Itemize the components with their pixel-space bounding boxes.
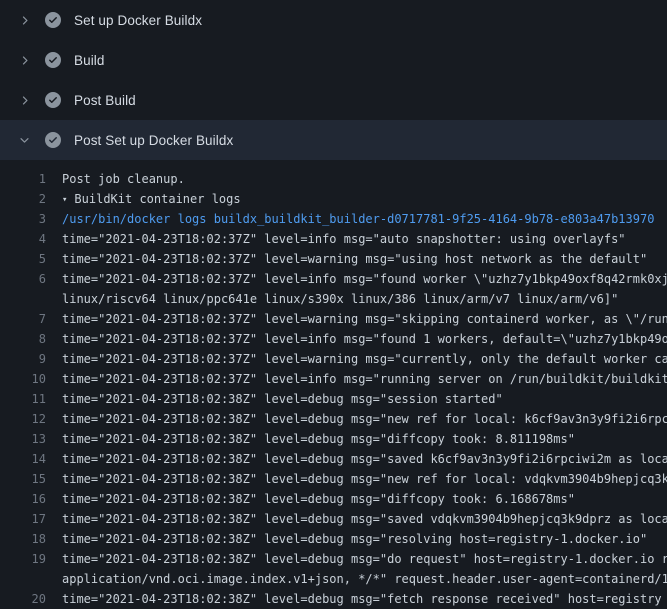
chevron-right-icon[interactable] <box>16 52 32 68</box>
log-text: time="2021-04-23T18:02:38Z" level=debug … <box>62 449 667 469</box>
log-text: application/vnd.oci.image.index.v1+json,… <box>62 569 667 589</box>
step-row-build[interactable]: Build <box>0 40 667 80</box>
check-circle-icon <box>45 92 61 108</box>
step-row-post-set-up-docker-buildx[interactable]: Post Set up Docker Buildx <box>0 120 667 160</box>
line-number[interactable]: 10 <box>0 369 46 389</box>
log-text: time="2021-04-23T18:02:38Z" level=debug … <box>62 529 647 549</box>
log-text: time="2021-04-23T18:02:38Z" level=debug … <box>62 589 662 609</box>
log-text: time="2021-04-23T18:02:38Z" level=debug … <box>62 469 667 489</box>
log-group-toggle[interactable]: ▾ BuildKit container logs <box>62 189 241 209</box>
log-line: 13 time="2021-04-23T18:02:38Z" level=debu… <box>0 429 667 449</box>
log-line: 20 time="2021-04-23T18:02:38Z" level=debu… <box>0 589 667 609</box>
step-label: Build <box>74 53 105 68</box>
log-text: time="2021-04-23T18:02:38Z" level=debug … <box>62 549 667 569</box>
log-text: time="2021-04-23T18:02:37Z" level=info m… <box>62 269 667 289</box>
line-number <box>0 569 46 589</box>
log-text: Post job cleanup. <box>62 169 185 189</box>
check-circle-icon <box>45 132 61 148</box>
line-number[interactable]: 18 <box>0 529 46 549</box>
log-viewer: 1 Post job cleanup. 2 ▾ BuildKit container l… <box>0 160 667 609</box>
log-line: 15 time="2021-04-23T18:02:38Z" level=debu… <box>0 469 667 489</box>
log-text: linux/riscv64 linux/ppc641e linux/s390x … <box>62 289 618 309</box>
line-number <box>0 289 46 309</box>
chevron-right-icon[interactable] <box>16 92 32 108</box>
log-line: 14 time="2021-04-23T18:02:38Z" level=debu… <box>0 449 667 469</box>
log-text: time="2021-04-23T18:02:37Z" level=warnin… <box>62 249 647 269</box>
step-label: Post Set up Docker Buildx <box>74 133 233 148</box>
line-number[interactable]: 2 <box>0 189 46 209</box>
log-line: 10 time="2021-04-23T18:02:37Z" level=info… <box>0 369 667 389</box>
log-text: time="2021-04-23T18:02:37Z" level=warnin… <box>62 309 667 329</box>
log-text: time="2021-04-23T18:02:38Z" level=debug … <box>62 389 503 409</box>
log-line: 19 time="2021-04-23T18:02:38Z" level=debu… <box>0 549 667 569</box>
log-text: time="2021-04-23T18:02:38Z" level=debug … <box>62 489 575 509</box>
log-text: time="2021-04-23T18:02:37Z" level=info m… <box>62 369 667 389</box>
log-text: time="2021-04-23T18:02:37Z" level=warnin… <box>62 349 667 369</box>
group-expand-icon[interactable]: ▾ <box>62 190 67 209</box>
step-label: Set up Docker Buildx <box>74 13 202 28</box>
line-number[interactable]: 11 <box>0 389 46 409</box>
log-text: time="2021-04-23T18:02:38Z" level=debug … <box>62 429 575 449</box>
log-line: 18 time="2021-04-23T18:02:38Z" level=debu… <box>0 529 667 549</box>
log-line-continuation: application/vnd.oci.image.index.v1+json,… <box>0 569 667 589</box>
line-number[interactable]: 3 <box>0 209 46 229</box>
line-number[interactable]: 14 <box>0 449 46 469</box>
line-number[interactable]: 5 <box>0 249 46 269</box>
log-line: 17 time="2021-04-23T18:02:38Z" level=debu… <box>0 509 667 529</box>
log-line: 8 time="2021-04-23T18:02:37Z" level=info … <box>0 329 667 349</box>
line-number[interactable]: 6 <box>0 269 46 289</box>
log-line: 9 time="2021-04-23T18:02:37Z" level=warni… <box>0 349 667 369</box>
log-command-text: /usr/bin/docker logs buildx_buildkit_bui… <box>62 209 654 229</box>
log-line: 7 time="2021-04-23T18:02:37Z" level=warni… <box>0 309 667 329</box>
log-text: time="2021-04-23T18:02:38Z" level=debug … <box>62 409 667 429</box>
log-line-continuation: linux/riscv64 linux/ppc641e linux/s390x … <box>0 289 667 309</box>
check-circle-icon <box>45 52 61 68</box>
log-line: 6 time="2021-04-23T18:02:37Z" level=info … <box>0 269 667 289</box>
line-number[interactable]: 17 <box>0 509 46 529</box>
steps-list: Set up Docker Buildx Build Post Build Post … <box>0 0 667 160</box>
log-text: time="2021-04-23T18:02:38Z" level=debug … <box>62 509 667 529</box>
line-number[interactable]: 1 <box>0 169 46 189</box>
step-row-post-build[interactable]: Post Build <box>0 80 667 120</box>
line-number[interactable]: 12 <box>0 409 46 429</box>
line-number[interactable]: 9 <box>0 349 46 369</box>
group-label: BuildKit container logs <box>74 192 240 206</box>
line-number[interactable]: 19 <box>0 549 46 569</box>
line-number[interactable]: 4 <box>0 229 46 249</box>
chevron-right-icon[interactable] <box>16 12 32 28</box>
chevron-down-icon[interactable] <box>16 132 32 148</box>
line-number[interactable]: 13 <box>0 429 46 449</box>
log-line: 16 time="2021-04-23T18:02:38Z" level=debu… <box>0 489 667 509</box>
log-line: 12 time="2021-04-23T18:02:38Z" level=debu… <box>0 409 667 429</box>
line-number[interactable]: 20 <box>0 589 46 609</box>
line-number[interactable]: 15 <box>0 469 46 489</box>
line-number[interactable]: 8 <box>0 329 46 349</box>
log-text: time="2021-04-23T18:02:37Z" level=info m… <box>62 329 667 349</box>
log-line: 4 time="2021-04-23T18:02:37Z" level=info … <box>0 229 667 249</box>
line-number[interactable]: 7 <box>0 309 46 329</box>
step-row-set-up-docker-buildx[interactable]: Set up Docker Buildx <box>0 0 667 40</box>
log-line: 3/usr/bin/docker logs buildx_buildkit_bu… <box>0 209 667 229</box>
log-line: 11 time="2021-04-23T18:02:38Z" level=debu… <box>0 389 667 409</box>
log-line: 1 Post job cleanup. <box>0 169 667 189</box>
log-line: 5 time="2021-04-23T18:02:37Z" level=warni… <box>0 249 667 269</box>
check-circle-icon <box>45 12 61 28</box>
log-text: time="2021-04-23T18:02:37Z" level=info m… <box>62 229 626 249</box>
log-line: 2 ▾ BuildKit container logs <box>0 189 667 209</box>
line-number[interactable]: 16 <box>0 489 46 509</box>
step-label: Post Build <box>74 93 136 108</box>
